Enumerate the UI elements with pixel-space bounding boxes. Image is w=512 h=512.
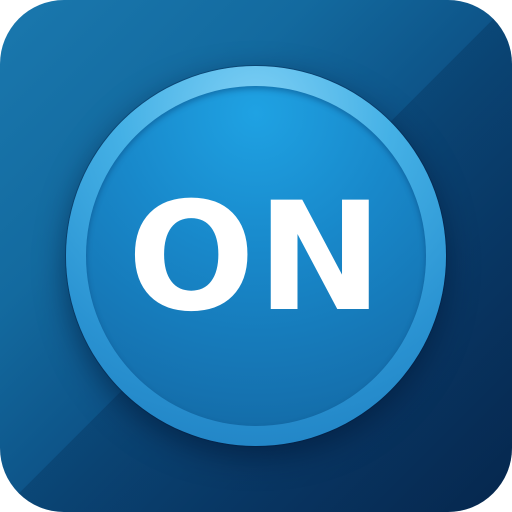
- power-on-app-icon[interactable]: ON: [0, 0, 512, 512]
- on-button-label: ON: [127, 171, 385, 345]
